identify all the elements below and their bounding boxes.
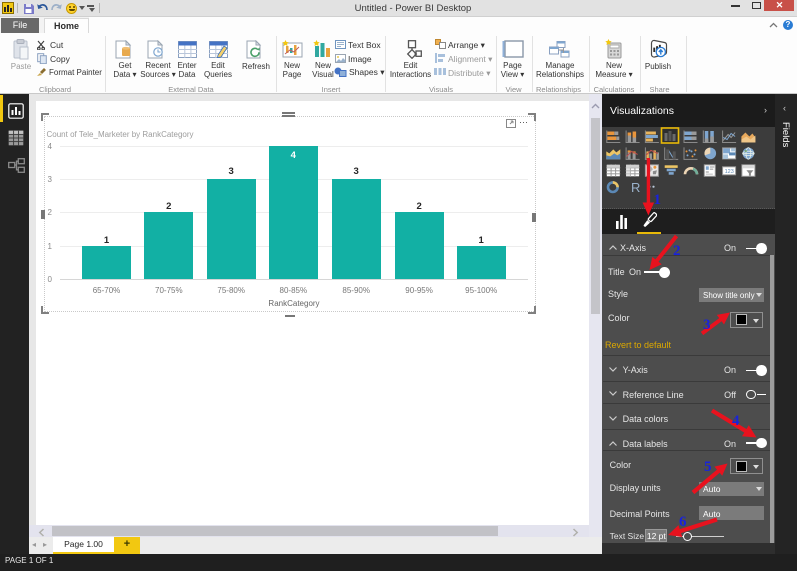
svg-text:123: 123: [725, 169, 734, 175]
svg-text:R: R: [631, 180, 640, 195]
